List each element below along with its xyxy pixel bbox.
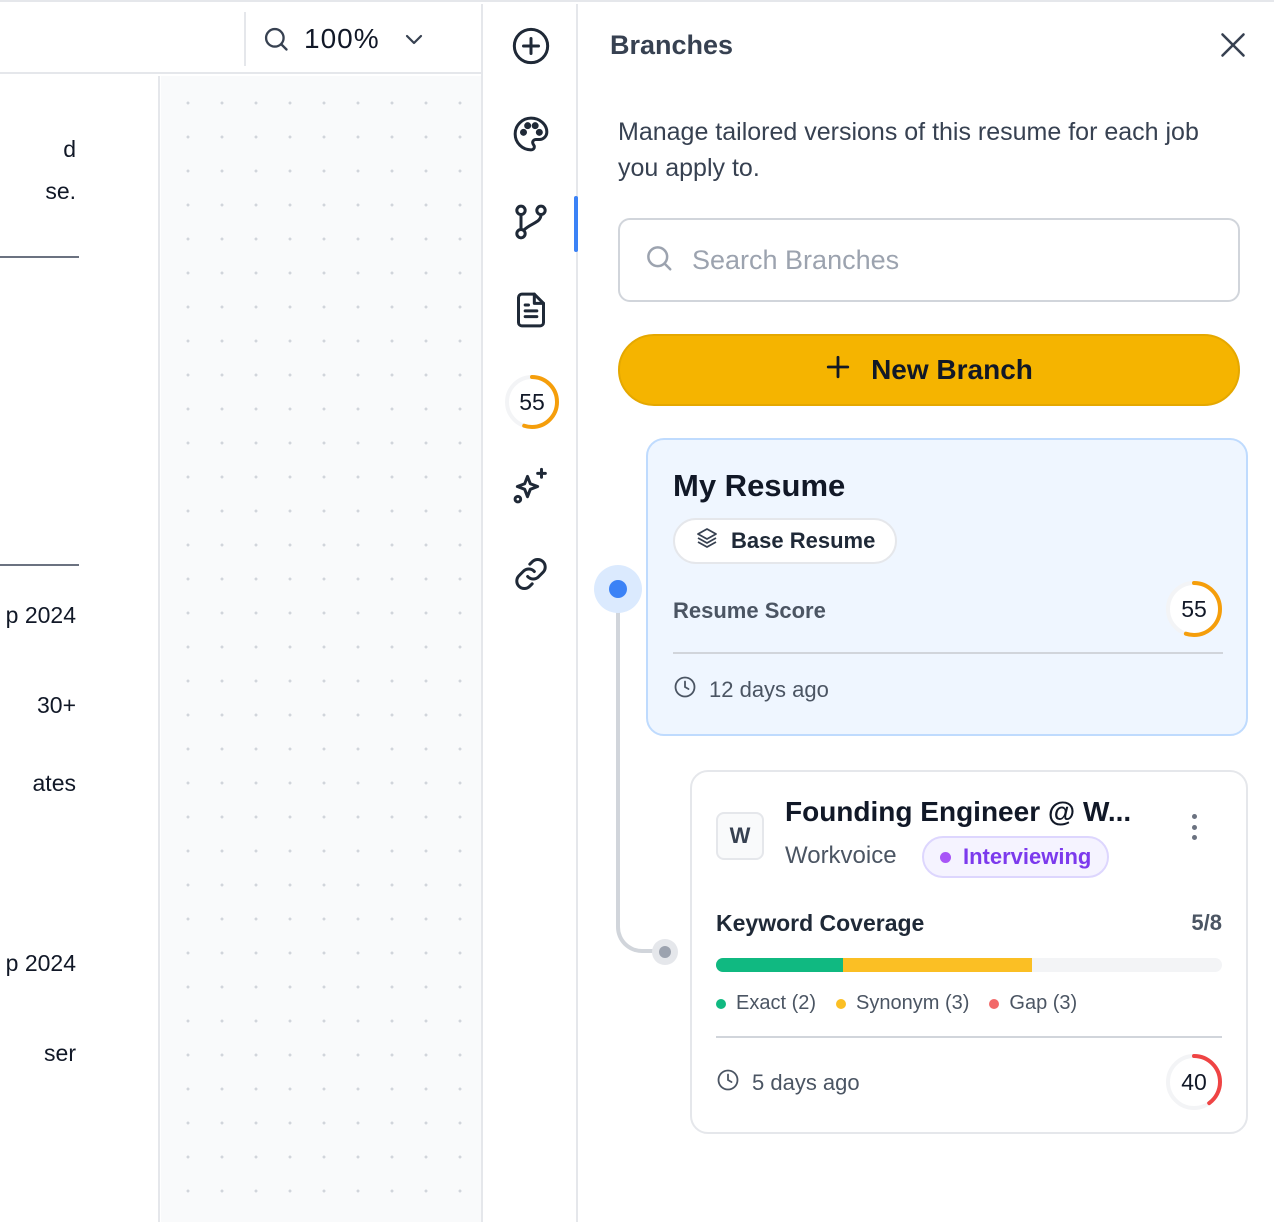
ai-assist-button[interactable] [507, 464, 555, 512]
doc-text-fragment: ates [32, 770, 76, 796]
legend-exact-swatch [716, 998, 726, 1009]
side-rail: 55 [481, 4, 578, 1222]
plus-icon [825, 354, 851, 387]
panel-title: Branches [610, 30, 734, 60]
status-badge[interactable]: Interviewing [922, 836, 1110, 878]
company-name: Workvoice [785, 842, 897, 869]
close-button[interactable] [1216, 30, 1250, 64]
more-options-button[interactable] [1184, 810, 1204, 844]
editor-canvas[interactable] [161, 76, 481, 1222]
keyword-coverage-count: 5/8 [1191, 910, 1222, 935]
resume-document: d se. p 2024 30+ ates p 2024 ser [0, 76, 160, 1222]
clock-icon [673, 675, 697, 705]
close-icon [1219, 31, 1247, 64]
branch-job-title: Founding Engineer @ W... [785, 796, 1132, 827]
legend-gap-label: Gap (3) [1009, 992, 1078, 1014]
kebab-icon [1191, 814, 1197, 819]
legend-exact: Exact (2) [716, 992, 816, 1015]
legend-gap-swatch [989, 998, 1000, 1009]
updated-time: 12 days ago [709, 677, 829, 702]
resume-score-label: Resume Score [673, 598, 826, 623]
branch-node [652, 939, 678, 965]
clock-icon [716, 1068, 740, 1098]
resume-score-value: 55 [1181, 595, 1207, 622]
layers-icon [695, 526, 719, 556]
doc-section-rule [0, 564, 79, 566]
doc-text-fragment: se. [45, 178, 76, 204]
branch-search-box[interactable] [618, 218, 1240, 302]
new-branch-label: New Branch [871, 354, 1033, 385]
zoom-value: 100% [304, 23, 380, 54]
base-resume-card[interactable]: My Resume Base Resume Resume Score 55 12… [646, 438, 1248, 736]
card-divider [673, 652, 1223, 654]
doc-text-fragment: p 2024 [5, 950, 76, 976]
updated-time: 5 days ago [752, 1070, 860, 1095]
branch-search-input[interactable] [692, 244, 1212, 276]
share-link-button[interactable] [507, 552, 555, 600]
git-branch-icon [511, 202, 551, 247]
rail-score-value: 55 [519, 388, 545, 415]
link-icon [511, 554, 551, 599]
legend-exact-label: Exact (2) [736, 992, 817, 1014]
status-label: Interviewing [963, 844, 1092, 869]
doc-text-fragment: p 2024 [5, 602, 76, 628]
resume-score-button[interactable]: 55 [503, 373, 561, 431]
panel-description: Manage tailored versions of this resume … [618, 118, 1199, 182]
legend-synonym-label: Synonym (3) [856, 992, 970, 1014]
plus-circle-icon [511, 26, 551, 71]
search-icon [644, 243, 674, 278]
coverage-exact-segment [716, 958, 843, 972]
card-divider [716, 1036, 1222, 1038]
branch-updated: 5 days ago [716, 1068, 860, 1098]
keyword-coverage-label: Keyword Coverage [716, 910, 925, 936]
doc-section-rule [0, 256, 79, 258]
document-icon [511, 290, 551, 335]
branches-panel: Branches Manage tailored versions of thi… [578, 4, 1274, 1222]
resume-score-indicator: 55 [1164, 579, 1224, 639]
doc-text-fragment: d [63, 136, 76, 162]
legend-synonym: Synonym (3) [836, 992, 969, 1015]
base-resume-updated: 12 days ago [673, 675, 829, 705]
chevron-down-icon[interactable] [402, 27, 426, 51]
company-logo: W [716, 812, 764, 860]
zoom-control[interactable]: 100% [262, 16, 426, 62]
theme-button[interactable] [507, 112, 555, 160]
coverage-legend: Exact (2) Synonym (3) Gap (3) [716, 992, 1077, 1015]
palette-icon [511, 114, 551, 159]
base-resume-badge: Base Resume [673, 518, 898, 564]
base-resume-title: My Resume [673, 468, 846, 503]
toolbar-divider [244, 12, 246, 66]
new-branch-button[interactable]: New Branch [618, 334, 1240, 406]
coverage-synonym-segment [842, 958, 1033, 972]
editor-toolbar: 100% [0, 4, 481, 74]
branch-tree-line [616, 604, 620, 909]
branches-button[interactable] [507, 200, 555, 248]
keyword-coverage-bar [716, 958, 1222, 972]
base-resume-node [594, 565, 642, 613]
legend-synonym-swatch [836, 998, 847, 1009]
doc-text-fragment: ser [44, 1040, 76, 1066]
add-section-button[interactable] [507, 24, 555, 72]
branch-card[interactable]: W Founding Engineer @ W... Workvoice Int… [690, 770, 1248, 1134]
branch-score-indicator: 40 [1164, 1052, 1224, 1112]
document-button[interactable] [507, 288, 555, 336]
zoom-icon [262, 25, 290, 53]
legend-gap: Gap (3) [989, 992, 1077, 1015]
doc-text-fragment: 30+ [36, 692, 76, 718]
status-dot [940, 851, 951, 863]
sparkles-icon [510, 465, 552, 512]
base-resume-badge-label: Base Resume [731, 528, 876, 553]
branch-score-value: 40 [1181, 1068, 1207, 1095]
